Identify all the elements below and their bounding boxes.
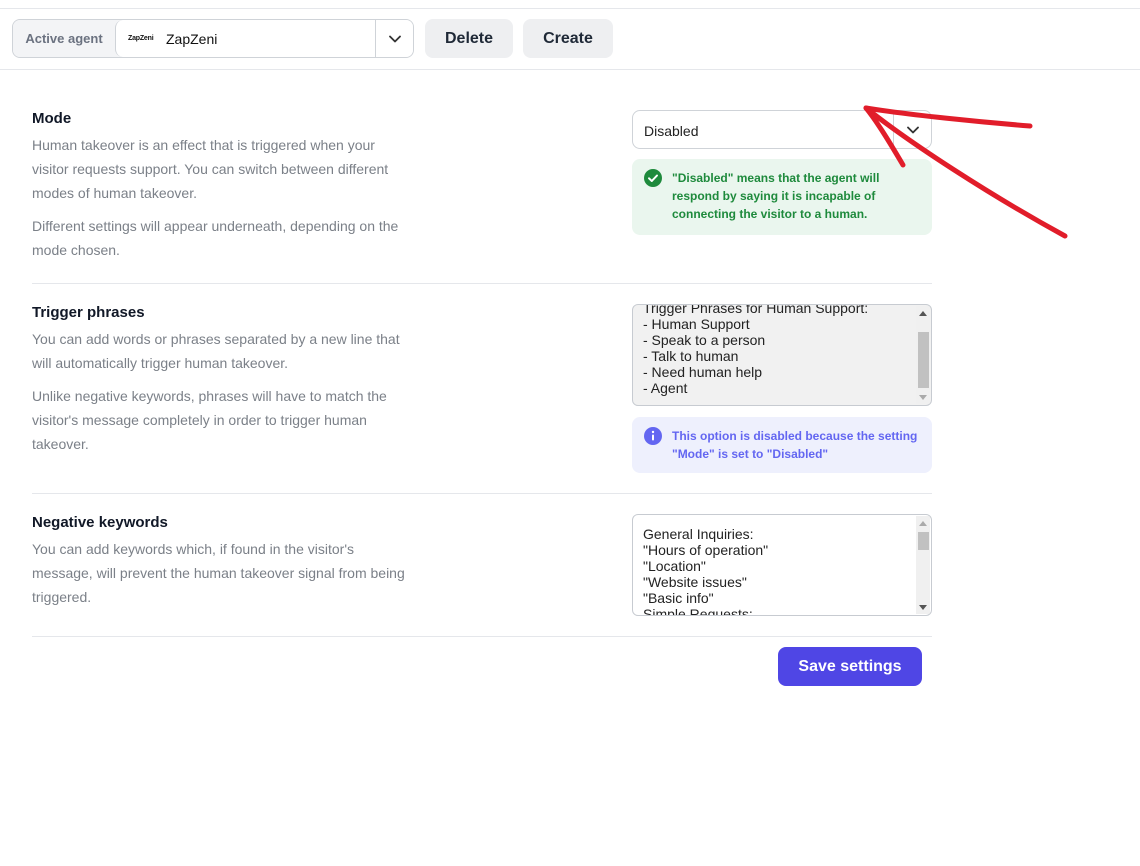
negative-keywords-textarea[interactable]: General Inquiries: "Hours of operation" …	[632, 514, 932, 616]
scroll-up-icon[interactable]	[916, 306, 930, 320]
mode-description: Human takeover is an effect that is trig…	[32, 137, 389, 201]
trigger-alert-text: This option is disabled because the sett…	[672, 429, 918, 461]
trigger-description-secondary: Unlike negative keywords, phrases will h…	[32, 388, 387, 452]
mode-description-secondary: Different settings will appear underneat…	[32, 218, 399, 258]
trigger-description: You can add words or phrases separated b…	[32, 331, 400, 371]
scroll-thumb[interactable]	[918, 532, 929, 550]
scroll-down-icon[interactable]	[916, 600, 930, 614]
save-settings-button[interactable]: Save settings	[778, 647, 922, 686]
section-divider	[32, 283, 932, 284]
agent-logo: ZapZeni	[128, 35, 154, 42]
info-icon	[644, 427, 662, 463]
active-agent-label: Active agent	[13, 20, 115, 57]
mode-selected-value: Disabled	[644, 123, 699, 139]
negative-scrollbar[interactable]	[916, 516, 930, 614]
agent-toolbar: Active agent ZapZeni ZapZeni Delete Crea…	[12, 19, 613, 58]
delete-button[interactable]: Delete	[425, 19, 513, 58]
create-button[interactable]: Create	[523, 19, 613, 58]
negative-description: You can add keywords which, if found in …	[32, 541, 405, 605]
agent-name: ZapZeni	[166, 30, 218, 47]
mode-select[interactable]: Disabled	[632, 110, 932, 149]
chevron-down-icon[interactable]	[893, 111, 931, 148]
trigger-disabled-alert: This option is disabled because the sett…	[632, 417, 932, 473]
mode-alert-text: "Disabled" means that the agent will res…	[672, 171, 880, 221]
check-circle-icon	[644, 169, 662, 225]
scroll-up-icon[interactable]	[916, 516, 930, 530]
top-divider	[0, 8, 1140, 9]
scroll-down-icon[interactable]	[916, 390, 930, 404]
chevron-down-icon[interactable]	[375, 20, 413, 57]
agent-select[interactable]: ZapZeni ZapZeni	[115, 20, 413, 57]
trigger-phrases-content: Trigger Phrases for Human Support: - Hum…	[643, 304, 869, 396]
trigger-phrases-textarea[interactable]: Trigger Phrases for Human Support: - Hum…	[632, 304, 932, 406]
negative-keywords-content: General Inquiries: "Hours of operation" …	[643, 526, 769, 616]
section-divider	[32, 636, 932, 637]
mode-info-alert: "Disabled" means that the agent will res…	[632, 159, 932, 235]
trigger-scrollbar[interactable]	[916, 306, 930, 404]
section-divider	[32, 493, 932, 494]
scroll-thumb[interactable]	[918, 332, 929, 388]
toolbar-divider	[0, 69, 1140, 70]
active-agent-group: Active agent ZapZeni ZapZeni	[12, 19, 414, 58]
